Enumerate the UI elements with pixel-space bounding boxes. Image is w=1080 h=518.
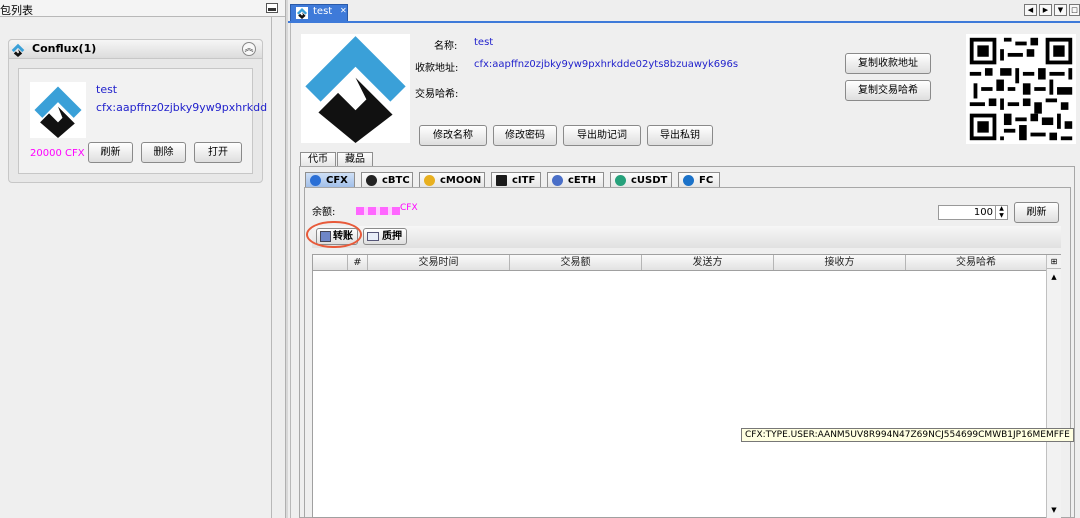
balance-label: 余额: <box>312 207 336 218</box>
coin-tab-label: cITF <box>512 175 536 186</box>
address-value[interactable]: cfx:aapffnz0zjbky9yw9pxhrkdde02yts8bzuaw… <box>474 59 738 70</box>
copy-txhash-button[interactable]: 复制交易哈希 <box>845 80 931 101</box>
wallet-balance: 20000 CFX <box>30 148 85 159</box>
citf-coin-icon <box>496 175 507 186</box>
table-header: # 交易时间 交易额 发送方 接收方 交易哈希 <box>313 255 1046 271</box>
export-private-key-button[interactable]: 导出私钥 <box>647 125 713 146</box>
export-mnemonic-button[interactable]: 导出助记词 <box>563 125 641 146</box>
action-toolbar <box>312 226 1061 248</box>
ceth-coin-icon <box>552 175 563 186</box>
coin-tab-cfx[interactable]: CFX <box>305 172 355 188</box>
change-password-button[interactable]: 修改密码 <box>493 125 557 146</box>
delete-wallet-button[interactable]: 删除 <box>141 142 186 163</box>
coin-tab-fc[interactable]: FC <box>678 172 720 188</box>
wallet-address[interactable]: cfx:aapffnz0zjbky9yw9pxhrkdd <box>96 101 267 114</box>
rename-button[interactable]: 修改名称 <box>419 125 487 146</box>
open-wallet-button[interactable]: 打开 <box>194 142 242 163</box>
refresh-wallet-button[interactable]: 刷新 <box>88 142 133 163</box>
tab-strip <box>288 21 1080 23</box>
close-tab-icon[interactable]: ✕ <box>340 6 347 15</box>
column-header-time[interactable]: 交易时间 <box>367 255 509 270</box>
address-label: 收款地址: <box>415 63 459 74</box>
stake-button[interactable]: 质押 <box>363 228 407 245</box>
name-label: 名称: <box>434 41 458 52</box>
column-header-index[interactable]: # <box>347 255 367 270</box>
tab-collectibles[interactable]: 藏品 <box>337 152 373 167</box>
wallet-list-title: 包列表 <box>0 4 33 17</box>
coin-tab-cusdt[interactable]: cUSDT <box>610 172 672 188</box>
fc-coin-icon <box>683 175 694 186</box>
coin-tab-cmoon[interactable]: cMOON <box>419 172 485 188</box>
maximize-icon[interactable]: □ <box>1069 4 1080 16</box>
column-chooser-icon[interactable]: ⊞ <box>1047 255 1061 269</box>
column-header-txhash[interactable]: 交易哈希 <box>905 255 1046 270</box>
coin-tab-label: cUSDT <box>631 175 668 186</box>
tab-menu-icon[interactable]: ▼ <box>1054 4 1067 16</box>
tab-next-icon[interactable]: ▶ <box>1039 4 1052 16</box>
address-tooltip: CFX:TYPE.USER:AANM5UV8R994N47Z69NCJ55469… <box>741 428 1074 442</box>
coin-tab-label: cBTC <box>382 175 410 186</box>
coin-tab-cbtc[interactable]: cBTC <box>361 172 413 188</box>
coin-tab-citf[interactable]: cITF <box>491 172 541 188</box>
wallet-group-title: Conflux(1) <box>32 42 97 55</box>
tab-tokens[interactable]: 代币 <box>300 152 336 167</box>
coin-tab-ceth[interactable]: cETH <box>547 172 604 188</box>
conflux-logo-icon <box>11 43 25 57</box>
copy-address-button[interactable]: 复制收款地址 <box>845 53 931 74</box>
panel-divider[interactable] <box>285 0 288 518</box>
wallet-name[interactable]: test <box>96 83 117 96</box>
wallet-list-header: 包列表 <box>0 0 285 17</box>
coin-tab-label: FC <box>699 175 714 186</box>
column-header-receiver[interactable]: 接收方 <box>773 255 905 270</box>
wallet-logo-icon <box>30 82 86 138</box>
refresh-transactions-button[interactable]: 刷新 <box>1014 202 1059 223</box>
balance-unit: CFX <box>400 203 418 213</box>
page-size-spinner-icon[interactable]: ▲ ▼ <box>995 205 1007 220</box>
highlight-annotation <box>306 221 362 248</box>
cfx-coin-icon <box>310 175 321 186</box>
coin-tab-label: cETH <box>568 175 596 186</box>
wallet-tab-label: test <box>313 6 333 17</box>
name-value: test <box>474 37 494 48</box>
cusdt-coin-icon <box>615 175 626 186</box>
cbtc-coin-icon <box>366 175 377 186</box>
coin-tab-label: CFX <box>326 175 348 186</box>
qr-code-image <box>966 34 1076 144</box>
column-header-amount[interactable]: 交易额 <box>509 255 641 270</box>
scroll-up-icon[interactable]: ▲ <box>1047 270 1061 284</box>
txhash-label: 交易哈希: <box>415 89 459 100</box>
cmoon-coin-icon <box>424 175 435 186</box>
balance-value-redacted <box>356 207 400 215</box>
wallet-large-logo-icon <box>301 34 410 143</box>
column-header-sender[interactable]: 发送方 <box>641 255 773 270</box>
transactions-table[interactable] <box>312 254 1061 518</box>
minimize-icon[interactable] <box>266 3 278 13</box>
coin-tab-label: cMOON <box>440 175 482 186</box>
collapse-icon[interactable]: ︽ <box>242 42 256 56</box>
table-scrollbar[interactable]: ⊞ ▲ ▼ <box>1046 255 1061 518</box>
conflux-tab-icon <box>296 7 308 19</box>
stake-icon <box>367 232 379 241</box>
tab-prev-icon[interactable]: ◀ <box>1024 4 1037 16</box>
stake-label: 质押 <box>382 231 402 242</box>
scroll-down-icon[interactable]: ▼ <box>1047 503 1061 517</box>
